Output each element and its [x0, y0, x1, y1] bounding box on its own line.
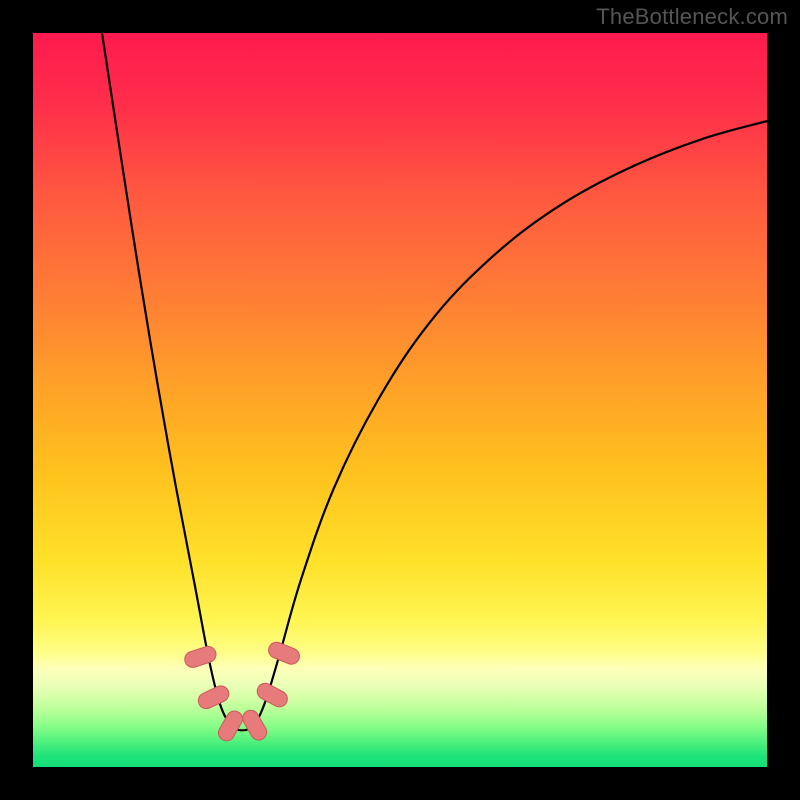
chart-frame: TheBottleneck.com: [0, 0, 800, 800]
plot-area: [33, 33, 767, 767]
watermark-text: TheBottleneck.com: [596, 4, 788, 30]
gradient-background: [33, 33, 767, 767]
chart-svg: [33, 33, 767, 767]
